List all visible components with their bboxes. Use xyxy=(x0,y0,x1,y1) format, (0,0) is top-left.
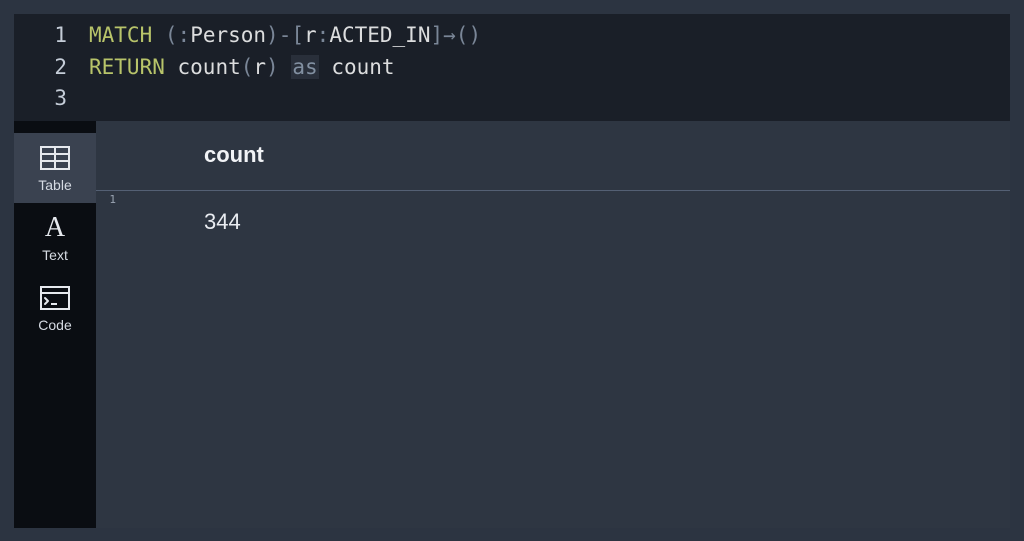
line-number: 2 xyxy=(14,52,89,84)
table-row[interactable]: 1344 xyxy=(96,191,1010,235)
view-button-code[interactable]: Code xyxy=(14,273,96,343)
result-panel: count 1344 xyxy=(96,121,1010,528)
view-button-label: Code xyxy=(38,317,71,333)
code-content[interactable]: RETURN count(r) as count xyxy=(89,52,395,84)
code-content[interactable]: MATCH (:Person)-[r:ACTED_IN]→() xyxy=(89,20,481,52)
text-icon: A xyxy=(40,215,70,241)
editor-line[interactable]: 3 xyxy=(14,83,1010,115)
view-button-label: Table xyxy=(38,177,71,193)
view-rail: Table A Text Code xyxy=(14,121,96,528)
result-column-header: count xyxy=(96,121,1010,191)
line-number: 3 xyxy=(14,83,89,115)
table-icon xyxy=(40,145,70,171)
cypher-editor[interactable]: 1MATCH (:Person)-[r:ACTED_IN]→()2RETURN … xyxy=(14,14,1010,121)
cell-value: 344 xyxy=(116,191,241,235)
editor-line[interactable]: 2RETURN count(r) as count xyxy=(14,52,1010,84)
view-button-text[interactable]: A Text xyxy=(14,203,96,273)
line-number: 1 xyxy=(14,20,89,52)
view-button-table[interactable]: Table xyxy=(14,133,96,203)
view-button-label: Text xyxy=(42,247,68,263)
results-area: Table A Text Code count 1344 xyxy=(14,121,1010,528)
code-content[interactable] xyxy=(89,83,102,115)
editor-line[interactable]: 1MATCH (:Person)-[r:ACTED_IN]→() xyxy=(14,20,1010,52)
row-index: 1 xyxy=(96,191,116,206)
code-icon xyxy=(40,285,70,311)
